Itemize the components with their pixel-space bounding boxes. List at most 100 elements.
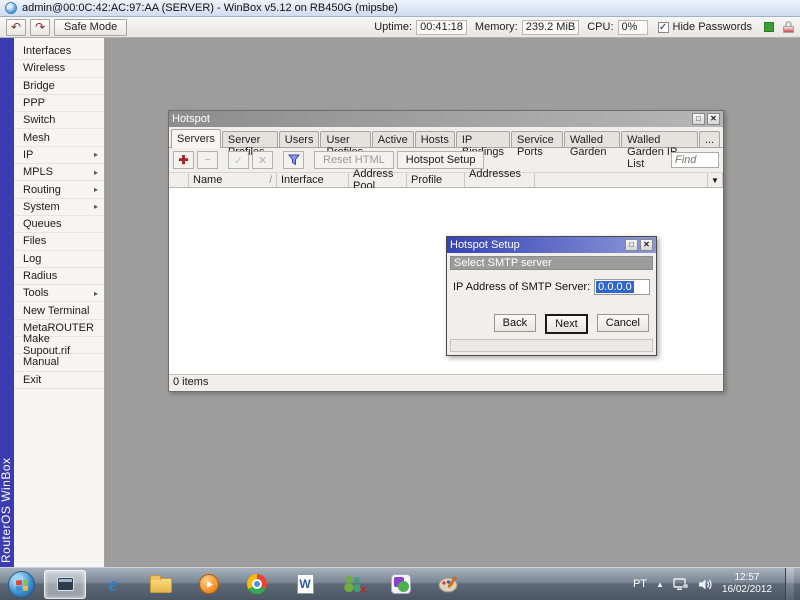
- column-marker: [169, 173, 189, 187]
- safe-mode-button[interactable]: Safe Mode: [54, 18, 128, 36]
- smtp-ip-input[interactable]: 0.0.0.0: [594, 279, 650, 295]
- hotspot-tabs: Servers Server Profiles Users User Profi…: [169, 127, 723, 170]
- network-icon[interactable]: [673, 577, 689, 591]
- column-addresses[interactable]: Addresses ...: [465, 168, 535, 192]
- column-select-button[interactable]: ▼: [707, 173, 723, 187]
- sidebar-item-make-supout[interactable]: Make Supout.rif: [14, 333, 104, 357]
- sidebar-item-bridge[interactable]: Bridge: [14, 78, 104, 95]
- tab-walled-garden[interactable]: Walled Garden: [563, 131, 621, 158]
- sidebar-item-tools[interactable]: Tools ▸: [14, 285, 104, 303]
- filter-button[interactable]: [283, 151, 304, 169]
- maximize-button[interactable]: □: [625, 239, 638, 251]
- column-profile[interactable]: Profile: [407, 173, 465, 187]
- submenu-arrow-icon: ▸: [93, 202, 98, 212]
- sort-asc-icon: /: [269, 174, 272, 186]
- back-button[interactable]: Back: [493, 314, 537, 332]
- sidebar-item-log[interactable]: Log: [14, 251, 104, 268]
- memory-value: 239.2 MiB: [521, 19, 580, 35]
- hide-passwords-checkbox[interactable]: ✓: [657, 21, 669, 33]
- taskbar-item-media-player[interactable]: [188, 570, 230, 599]
- maximize-button[interactable]: □: [692, 113, 705, 125]
- menu-label: Switch: [23, 114, 56, 127]
- setup-dialog-titlebar[interactable]: Hotspot Setup □ ✕: [447, 237, 656, 253]
- tab-server-profiles[interactable]: Server Profiles: [221, 131, 278, 158]
- reset-html-button[interactable]: Reset HTML: [314, 151, 394, 169]
- hotspot-toolbar: ✚ − ✓ ✕ Reset HTML Hotspot Setup: [169, 148, 723, 172]
- add-button[interactable]: ✚: [173, 151, 194, 169]
- menu-label: Routing: [23, 183, 61, 196]
- tray-clock[interactable]: 12:57 16/02/2012: [722, 572, 772, 596]
- taskbar-item-photo-app[interactable]: [380, 570, 422, 599]
- show-desktop-button[interactable]: [785, 567, 794, 600]
- menu-label: Mesh: [23, 131, 50, 144]
- windows-flag-icon: [16, 579, 28, 591]
- app-title: admin@00:0C:42:AC:97:AA (SERVER) - WinBo…: [22, 2, 398, 14]
- column-name[interactable]: Name /: [189, 173, 277, 187]
- tab-service-ports[interactable]: Service Ports: [511, 131, 563, 158]
- column-interface[interactable]: Interface: [277, 173, 349, 187]
- volume-icon[interactable]: [698, 578, 713, 591]
- connection-status-icon: [764, 22, 774, 32]
- taskbar-item-messenger[interactable]: ✕: [332, 570, 374, 599]
- sidebar-item-files[interactable]: Files: [14, 233, 104, 251]
- next-button[interactable]: Next: [545, 314, 588, 334]
- remove-icon: −: [204, 154, 211, 166]
- column-label: Profile: [411, 174, 443, 186]
- setup-dialog-status-bar: [450, 339, 653, 352]
- undo-icon: ↶: [10, 20, 22, 34]
- tab-active[interactable]: Active: [371, 131, 414, 147]
- sidebar-item-exit[interactable]: Exit: [14, 372, 104, 389]
- sidebar-item-queues[interactable]: Queues: [14, 216, 104, 234]
- tab-hosts[interactable]: Hosts: [414, 131, 455, 147]
- sidebar-item-mesh[interactable]: Mesh: [14, 129, 104, 147]
- tab-walled-garden-ip[interactable]: Walled Garden IP List: [621, 131, 698, 170]
- redo-button[interactable]: ↷: [30, 18, 50, 36]
- enable-button[interactable]: ✓: [228, 151, 249, 169]
- close-button[interactable]: ✕: [640, 239, 653, 251]
- tray-expand-icon[interactable]: ▲: [656, 580, 664, 589]
- winbox-logo-icon: [5, 2, 17, 14]
- sidebar-item-mpls[interactable]: MPLS ▸: [14, 164, 104, 182]
- sidebar-item-routing[interactable]: Routing ▸: [14, 181, 104, 199]
- enable-icon: ✓: [233, 154, 244, 167]
- messenger-offline-icon: ✕: [358, 585, 367, 596]
- taskbar-item-explorer[interactable]: [140, 570, 182, 599]
- taskbar-item-chrome[interactable]: [236, 570, 278, 599]
- cpu-label: CPU:: [587, 21, 614, 33]
- hotspot-window-titlebar[interactable]: Hotspot □ ✕: [169, 111, 723, 127]
- sidebar-item-switch[interactable]: Switch: [14, 112, 104, 130]
- sidebar-item-radius[interactable]: Radius: [14, 268, 104, 286]
- column-filler: [535, 173, 707, 187]
- smtp-field-row: IP Address of SMTP Server: 0.0.0.0: [453, 279, 650, 295]
- cancel-button[interactable]: Cancel: [596, 314, 649, 332]
- disable-button[interactable]: ✕: [252, 151, 273, 169]
- close-button[interactable]: ✕: [707, 113, 720, 125]
- tab-users[interactable]: Users: [278, 131, 320, 147]
- tab-user-profiles[interactable]: User Profiles: [320, 131, 371, 158]
- taskbar-item-paint[interactable]: [428, 570, 470, 599]
- undo-button[interactable]: ↶: [6, 18, 26, 36]
- winbox-app: admin@00:0C:42:AC:97:AA (SERVER) - WinBo…: [0, 0, 800, 600]
- language-indicator[interactable]: PT: [633, 578, 647, 590]
- sidebar-item-ppp[interactable]: PPP: [14, 95, 104, 113]
- main-area: RouterOS WinBox Interfaces Wireless Brid…: [0, 38, 800, 567]
- tab-more[interactable]: ...: [698, 131, 721, 147]
- find-input[interactable]: [671, 152, 719, 168]
- sidebar-item-ip[interactable]: IP ▸: [14, 147, 104, 165]
- sidebar-item-wireless[interactable]: Wireless: [14, 60, 104, 78]
- taskbar-item-internet-explorer[interactable]: e: [92, 570, 134, 599]
- taskbar-item-winbox[interactable]: [44, 569, 86, 599]
- filter-funnel-icon: [287, 154, 300, 166]
- messenger-icon: ✕: [341, 574, 367, 596]
- sidebar-item-new-terminal[interactable]: New Terminal: [14, 302, 104, 320]
- tab-ip-bindings[interactable]: IP Bindings: [455, 131, 511, 158]
- sidebar-item-system[interactable]: System ▸: [14, 199, 104, 216]
- remove-button[interactable]: −: [197, 151, 218, 169]
- tab-servers[interactable]: Servers: [171, 129, 221, 148]
- column-address-pool[interactable]: Address Pool: [349, 168, 407, 192]
- start-button[interactable]: [8, 570, 35, 598]
- taskbar-item-word[interactable]: W: [284, 570, 326, 599]
- hotspot-setup-button[interactable]: Hotspot Setup: [396, 151, 485, 169]
- internet-explorer-icon: e: [108, 571, 118, 596]
- sidebar-item-interfaces[interactable]: Interfaces: [14, 43, 104, 61]
